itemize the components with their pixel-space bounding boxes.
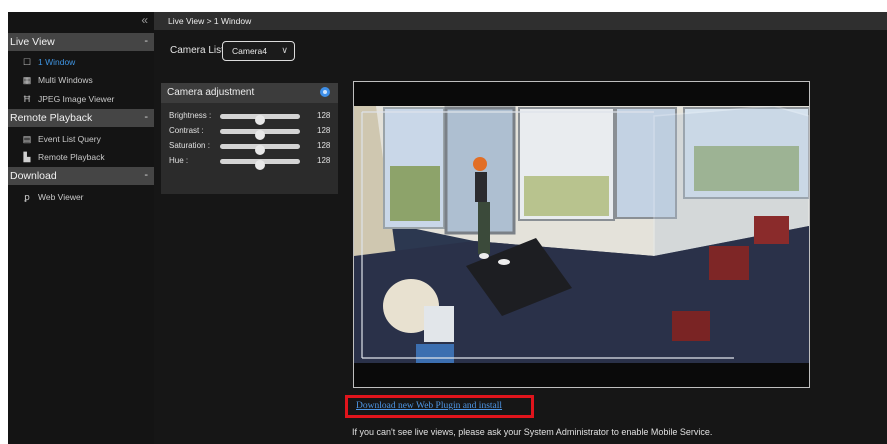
sidebar: « Live View - ☐ 1 Window ▦ Multi Windows… (8, 12, 154, 444)
single-window-icon: ☐ (22, 57, 32, 67)
panel-title: Camera adjustment (167, 87, 255, 98)
slider-label: Brightness : (169, 111, 212, 120)
hue-slider[interactable] (220, 159, 300, 170)
slider-knob[interactable] (255, 160, 265, 170)
collapse-section-icon[interactable]: - (144, 166, 148, 184)
camera-adjustment-header: Camera adjustment (161, 83, 338, 103)
sidebar-item-multi-windows[interactable]: ▦ Multi Windows (8, 71, 154, 89)
reset-icon[interactable] (320, 87, 330, 97)
download-plugin-link[interactable]: Download new Web Plugin and install (356, 401, 502, 411)
breadcrumb-bar: Live View > 1 Window (154, 12, 887, 30)
brightness-row: Brightness : 128 (161, 110, 338, 125)
chevron-down-icon: ∨ (281, 45, 288, 55)
document-icon: ▤ (22, 134, 32, 144)
camera-list-row: Camera List Camera4 ∨ (164, 40, 884, 64)
camera-adjustment-panel: Camera adjustment Brightness : 128 Contr… (161, 83, 338, 194)
camera-select[interactable]: Camera4 ∨ (222, 41, 295, 61)
sidebar-section-download[interactable]: Download - (8, 167, 154, 185)
contrast-row: Contrast : 128 (161, 125, 338, 140)
sidebar-item-label: 1 Window (38, 57, 76, 67)
sidebar-item-label: JPEG Image Viewer (38, 94, 115, 104)
camera-feed (354, 106, 809, 363)
grid-icon: ▦ (22, 75, 32, 85)
section-title: Remote Playback (10, 112, 93, 124)
contrast-slider[interactable] (220, 129, 300, 140)
slider-value: 128 (317, 111, 331, 120)
jpeg-viewer-icon: Ħ (23, 94, 31, 104)
slider-knob[interactable] (255, 145, 265, 155)
playback-icon: ▙ (23, 152, 31, 162)
sidebar-item-remote-playback[interactable]: ▙ Remote Playback (8, 148, 154, 166)
slider-label: Saturation : (169, 141, 210, 150)
slider-knob[interactable] (255, 115, 265, 125)
sidebar-item-web-viewer[interactable]: ꝑ Web Viewer (8, 188, 154, 206)
sidebar-item-event-list-query[interactable]: ▤ Event List Query (8, 130, 154, 148)
sidebar-item-label: Multi Windows (38, 75, 93, 85)
hue-row: Hue : 128 (161, 155, 338, 170)
camera-list-label: Camera List (170, 45, 224, 56)
main-content: Camera List Camera4 ∨ Camera adjustment … (154, 30, 887, 444)
brightness-slider[interactable] (220, 114, 300, 125)
slider-value: 128 (317, 141, 331, 150)
saturation-slider[interactable] (220, 144, 300, 155)
breadcrumb: Live View > 1 Window (168, 16, 252, 26)
sidebar-section-live-view[interactable]: Live View - (8, 33, 154, 51)
sidebar-item-label: Event List Query (38, 134, 101, 144)
camera-feed-image (354, 106, 809, 363)
slider-value: 128 (317, 126, 331, 135)
double-chevron-left-icon[interactable]: « (141, 13, 148, 27)
plugin-highlight-box: Download new Web Plugin and install (345, 395, 534, 418)
slider-knob[interactable] (255, 130, 265, 140)
mobile-service-notice: If you can't see live views, please ask … (352, 427, 713, 437)
sidebar-collapse-button[interactable]: « (8, 12, 154, 30)
app-window: « Live View - ☐ 1 Window ▦ Multi Windows… (8, 12, 887, 444)
sidebar-item-label: Web Viewer (38, 192, 84, 202)
collapse-section-icon[interactable]: - (144, 32, 148, 50)
sidebar-item-jpeg-image-viewer[interactable]: Ħ JPEG Image Viewer (8, 90, 154, 108)
section-title: Live View (10, 36, 55, 48)
live-video-view[interactable] (353, 81, 810, 388)
camera-select-value: Camera4 (232, 46, 267, 56)
slider-label: Hue : (169, 156, 189, 165)
web-viewer-icon: ꝑ (24, 192, 30, 202)
slider-label: Contrast : (169, 126, 204, 135)
sidebar-item-1-window[interactable]: ☐ 1 Window (8, 53, 154, 71)
saturation-row: Saturation : 128 (161, 140, 338, 155)
collapse-section-icon[interactable]: - (144, 108, 148, 126)
section-title: Download (10, 170, 57, 182)
sidebar-item-label: Remote Playback (38, 152, 105, 162)
sidebar-section-remote-playback[interactable]: Remote Playback - (8, 109, 154, 127)
slider-value: 128 (317, 156, 331, 165)
